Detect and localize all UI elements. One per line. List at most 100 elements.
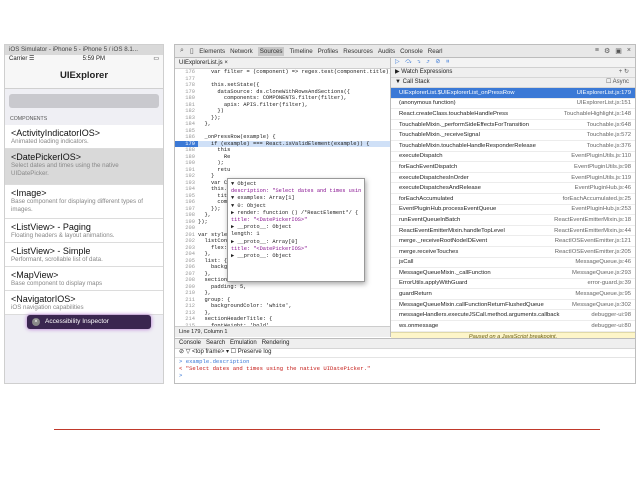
- watch-expressions-header[interactable]: ▶ Watch Expressions + ↻: [391, 68, 635, 78]
- object-property[interactable]: ▼ examples: Array[1]: [231, 195, 361, 202]
- call-frame[interactable]: guardReturn MessageQueue.js:95: [391, 289, 635, 300]
- frame-location[interactable]: forEachAccumulated.js:25: [563, 196, 631, 202]
- object-property[interactable]: title: "<DatePickerIOS>": [231, 246, 361, 253]
- call-frame[interactable]: ws.onmessage debugger-ui:80: [391, 321, 635, 332]
- close-icon[interactable]: ×: [627, 47, 631, 55]
- console-tab-search[interactable]: Search: [206, 340, 225, 346]
- tab-audits[interactable]: Audits: [378, 48, 395, 55]
- console-output[interactable]: > example.description < "Select dates an…: [175, 358, 635, 383]
- call-frame[interactable]: ErrorUtils.applyWithGuard error-guard.js:…: [391, 279, 635, 290]
- object-property[interactable]: length: 1: [231, 231, 361, 238]
- call-frame[interactable]: TouchableMixin.touchableHandleResponderR…: [391, 141, 635, 152]
- frame-location[interactable]: ReactIOSEventEmitter.js:121: [555, 238, 631, 244]
- object-property[interactable]: ▶ __proto__: Object: [231, 224, 361, 231]
- frame-location[interactable]: Touchable.js:648: [587, 122, 631, 128]
- object-property[interactable]: ▶ render: function () /*ReactElement*/ {: [231, 210, 361, 217]
- devtools-toolbar: ⌕ ▯ Elements Network Sources Timeline Profil…: [175, 45, 635, 58]
- call-frame[interactable]: EventPluginHub.processEventQueue EventPlu…: [391, 205, 635, 216]
- list-item[interactable]: <ListView> - Paging Floating headers & l…: [5, 219, 163, 243]
- call-frame[interactable]: (anonymous function) UIExplorerList.js:15…: [391, 99, 635, 110]
- console-filter-bar[interactable]: ⊘ ▽ <top frame> ▾ ☐ Preserve log: [175, 348, 635, 358]
- frame-location[interactable]: EventPluginHub.js:46: [575, 185, 631, 191]
- list-item[interactable]: <ListView> - Simple Performant, scrollab…: [5, 243, 163, 267]
- list-item[interactable]: <NavigatorIOS> iOS navigation capabiliti…: [5, 291, 163, 315]
- frame-location[interactable]: debugger-ui:98: [591, 312, 631, 318]
- call-frame[interactable]: TouchableMixin._performSideEffectsForTra…: [391, 120, 635, 131]
- tab-rearl[interactable]: Rearl: [428, 48, 443, 55]
- debugger-controls[interactable]: ▷ ⤼ ⤵ ⤴ ⊘ ⏸: [391, 58, 635, 68]
- device-icon[interactable]: ▯: [190, 47, 194, 55]
- call-frame[interactable]: TouchableMixin._receiveSignal Touchable.j…: [391, 130, 635, 141]
- frame-location[interactable]: ReactEventEmitterMixin.js:44: [554, 228, 631, 234]
- code-text: var Co: [198, 179, 231, 186]
- file-tab[interactable]: UIExplorerList.js ×: [175, 58, 390, 69]
- list-item[interactable]: <Image> Base component for displaying di…: [5, 185, 163, 219]
- tab-network[interactable]: Network: [230, 48, 253, 55]
- search-input[interactable]: [9, 94, 159, 108]
- object-inspector-popover[interactable]: ▼ Object description: "Select dates and …: [227, 178, 365, 282]
- call-frame[interactable]: React.createClass.touchableHandlePress To…: [391, 109, 635, 120]
- console-tab-console[interactable]: Console: [179, 340, 201, 346]
- frame-location[interactable]: error-guard.js:39: [587, 280, 631, 286]
- list-item-selected[interactable]: <DatePickerIOS> Select dates and times u…: [5, 149, 163, 185]
- frame-location[interactable]: MessageQueue.js:95: [575, 291, 631, 297]
- frame-location[interactable]: Touchable.js:572: [587, 132, 631, 138]
- call-frame[interactable]: MessageQueueMixin.callFunctionReturnFlus…: [391, 300, 635, 311]
- tab-sources[interactable]: Sources: [257, 46, 285, 56]
- object-property[interactable]: title: "<DatePickerIOS>": [231, 217, 361, 224]
- call-frame[interactable]: executeDispatch EventPluginUtils.js:110: [391, 152, 635, 163]
- frame-location[interactable]: EventPluginHub.js:253: [571, 206, 631, 212]
- frame-location[interactable]: UIExplorerList.js:151: [577, 100, 631, 106]
- list-item[interactable]: <ActivityIndicatorIOS> Animated loading …: [5, 125, 163, 149]
- watch-actions[interactable]: + ↻: [619, 68, 635, 77]
- frame-location[interactable]: ReactIOSEventEmitter.js:205: [555, 249, 631, 255]
- call-frame[interactable]: ReactEventEmitterMixin.handleTopLevel Rea…: [391, 226, 635, 237]
- call-frame[interactable]: executeDispatchesAndRelease EventPluginHu…: [391, 183, 635, 194]
- call-frame[interactable]: MessageQueueMixin._callFunction MessageQu…: [391, 268, 635, 279]
- frame-location[interactable]: debugger-ui:80: [591, 323, 631, 329]
- call-frame[interactable]: merge.receiveTouches ReactIOSEventEmitter…: [391, 247, 635, 258]
- tab-console[interactable]: Console: [400, 48, 423, 55]
- console-drawer-icon[interactable]: ≡: [595, 47, 599, 55]
- async-checkbox[interactable]: ☐ Async: [606, 78, 635, 87]
- frame-location[interactable]: MessageQueue.js:302: [572, 302, 631, 308]
- list-item[interactable]: <MapView> Base component to display maps: [5, 267, 163, 291]
- dock-icon[interactable]: ▣: [615, 47, 622, 55]
- call-frame[interactable]: messageHandlers.executeJSCall.method.arg…: [391, 310, 635, 322]
- console-tab-emulation[interactable]: Emulation: [230, 340, 257, 346]
- frame-location[interactable]: EventPluginUtils.js:110: [571, 153, 631, 159]
- object-property[interactable]: ▶ __proto__: Array[0]: [231, 239, 361, 246]
- call-frame[interactable]: merge._receiveRootNodeIDEvent ReactIOSEve…: [391, 236, 635, 247]
- search-icon[interactable]: ⌕: [180, 47, 184, 55]
- console-prompt[interactable]: >: [179, 372, 635, 379]
- call-frame[interactable]: forEachEventDispatch EventPluginUtils.js:…: [391, 162, 635, 173]
- frame-location[interactable]: UIExplorerList.js:179: [577, 90, 631, 96]
- frame-location[interactable]: ReactEventEmitterMixin.js:18: [554, 217, 631, 223]
- frame-location[interactable]: MessageQueue.js:293: [572, 270, 631, 276]
- frame-location[interactable]: EventPluginUtils.js:119: [571, 175, 631, 181]
- object-property[interactable]: ▼ Object: [231, 181, 361, 188]
- call-frame[interactable]: runEventQueueInBatch ReactEventEmitterMix…: [391, 215, 635, 226]
- frame-location[interactable]: EventPluginUtils.js:98: [574, 164, 631, 170]
- call-stack-header[interactable]: ▼ Call Stack ☐ Async: [391, 78, 635, 88]
- call-frame[interactable]: executeDispatchesInOrder EventPluginUtils…: [391, 173, 635, 184]
- tab-profiles[interactable]: Profiles: [318, 48, 339, 55]
- call-frame[interactable]: jsCall MessageQueue.js:46: [391, 258, 635, 269]
- frame-location[interactable]: TouchableHighlight.js:148: [564, 111, 631, 117]
- close-icon[interactable]: ×: [32, 318, 40, 326]
- call-frame-selected[interactable]: UIExplorerList.$UIExplorerList_onPressRo…: [391, 88, 635, 99]
- call-frame[interactable]: forEachAccumulated forEachAccumulated.js:…: [391, 194, 635, 205]
- tab-elements[interactable]: Elements: [199, 48, 225, 55]
- accessibility-inspector-overlay[interactable]: × Accessibility Inspector: [27, 315, 151, 329]
- tab-resources[interactable]: Resources: [343, 48, 373, 55]
- console-tab-rendering[interactable]: Rendering: [262, 340, 290, 346]
- frame-function: EventPluginHub.processEventQueue: [399, 206, 497, 213]
- object-property[interactable]: ▶ __proto__: Object: [231, 253, 361, 260]
- frame-function: MessageQueueMixin.callFunctionReturnFlus…: [399, 301, 544, 308]
- gear-icon[interactable]: ⚙: [604, 47, 610, 55]
- object-property[interactable]: description: "Select dates and times usi…: [231, 188, 361, 195]
- frame-location[interactable]: MessageQueue.js:46: [575, 259, 631, 265]
- object-property[interactable]: ▼ 0: Object: [231, 203, 361, 210]
- frame-location[interactable]: Touchable.js:376: [587, 143, 631, 149]
- tab-timeline[interactable]: Timeline: [289, 48, 312, 55]
